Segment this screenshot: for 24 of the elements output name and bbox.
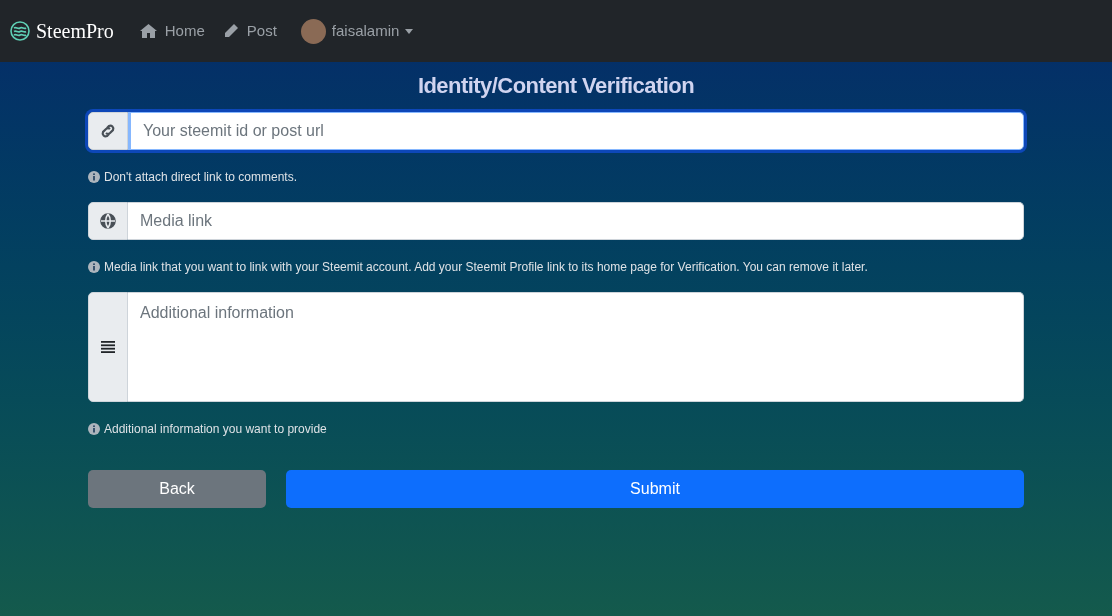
help-text: Media link that you want to link with your Steemit account. Add your Steemit Profile link to its home page for Verification. You can remove it later. xyxy=(104,259,868,276)
nav-link[interactable]: Post xyxy=(222,19,277,43)
input-field[interactable]: Your steemit id or post url xyxy=(128,112,1024,150)
globe-icon xyxy=(100,213,116,229)
waves-logo-icon xyxy=(10,21,30,41)
avatar xyxy=(300,18,326,44)
home-icon xyxy=(139,24,157,38)
help-text: Additional information you want to provide xyxy=(104,421,327,438)
back-button[interactable]: Back xyxy=(88,470,266,508)
textarea-field[interactable]: Additional information xyxy=(128,292,1024,402)
user-menu[interactable]: faisalamin xyxy=(300,18,414,44)
brand-link[interactable]: SteemPro xyxy=(36,16,114,46)
nav-link[interactable]: Home xyxy=(139,19,205,43)
info-icon xyxy=(88,171,100,183)
list-icon xyxy=(101,341,115,353)
info-icon xyxy=(88,423,100,435)
link-icon xyxy=(99,123,117,139)
pencil-icon xyxy=(222,23,239,39)
caret-icon xyxy=(405,28,414,34)
page-title: Identity/Content Verification xyxy=(416,72,696,100)
submit-button[interactable]: Submit xyxy=(286,470,1024,508)
help-text: Don't attach direct link to comments. xyxy=(104,169,298,186)
info-icon xyxy=(88,261,100,273)
input-field[interactable]: Media link xyxy=(128,202,1024,240)
